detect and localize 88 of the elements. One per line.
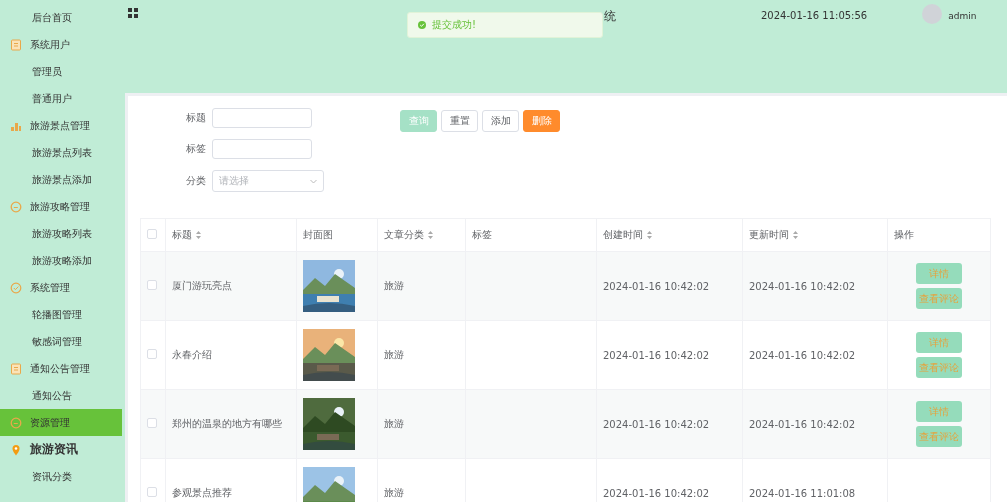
column-header: 封面图 [296, 218, 378, 252]
check-circle-icon [10, 281, 22, 294]
sidebar-item-label: 轮播图管理 [32, 307, 82, 322]
system-title: 统 [604, 8, 616, 25]
document-icon [10, 38, 22, 51]
sidebar-item[interactable]: 旅游景点列表 [0, 139, 122, 166]
sort-icon[interactable] [428, 231, 433, 239]
sidebar-item-label: 资讯分类 [32, 469, 72, 484]
select-all-checkbox[interactable] [147, 229, 157, 239]
table-cell: 2024-01-16 10:42:02 [603, 280, 710, 292]
column-header: 操作 [887, 218, 991, 252]
sidebar-item-label: 普通用户 [32, 91, 72, 106]
sidebar-item-label: 资源管理 [30, 415, 70, 430]
table-cell: 参观景点推荐 [172, 487, 232, 498]
sidebar-item-label: 系统用户 [30, 37, 70, 52]
table-cell: 2024-01-16 10:42:02 [603, 418, 710, 430]
table-cell: 2024-01-16 10:42:02 [749, 280, 856, 292]
sidebar-item[interactable]: 旅游攻略管理 [0, 193, 122, 220]
sidebar-item-label: 旅游资讯 [30, 441, 78, 458]
input-field[interactable] [212, 108, 312, 128]
column-header[interactable]: 文章分类 [377, 218, 466, 252]
sidebar-item[interactable]: 敏感词管理 [0, 328, 122, 355]
sidebar-item-label: 敏感词管理 [32, 334, 82, 349]
sidebar-item-label: 旅游攻略管理 [30, 199, 90, 214]
sort-icon[interactable] [196, 231, 201, 239]
column-header[interactable]: 创建时间 [596, 218, 743, 252]
sidebar-item[interactable]: 通知公告 [0, 382, 122, 409]
grid-menu-icon[interactable] [128, 8, 138, 18]
sidebar-item-label: 通知公告 [32, 388, 72, 403]
table-cell: 郑州的温泉的地方有哪些 [172, 418, 282, 429]
column-header: 标签 [465, 218, 597, 252]
sidebar-item-label: 后台首页 [32, 10, 72, 25]
sidebar-item-label: 旅游景点管理 [30, 118, 90, 133]
table-cell: 旅游 [384, 280, 404, 291]
sidebar-item-label: 旅游攻略列表 [32, 226, 92, 241]
sidebar-item[interactable]: 旅游资讯 [0, 436, 122, 463]
success-icon [418, 21, 426, 29]
sidebar-item-label: 系统管理 [30, 280, 70, 295]
row-checkbox[interactable] [147, 349, 157, 359]
row-checkbox[interactable] [147, 280, 157, 290]
table-cell: 厦门游玩亮点 [172, 280, 232, 291]
filter-label: 标题 [185, 111, 206, 125]
sidebar-item[interactable]: 资源管理 [0, 409, 122, 436]
sidebar-item[interactable]: 系统用户 [0, 31, 122, 58]
table-cell: 旅游 [384, 487, 404, 498]
document-icon [10, 362, 22, 375]
sidebar-item[interactable]: 资讯分类 [0, 463, 122, 490]
sidebar-item[interactable]: 系统管理 [0, 274, 122, 301]
avatar-icon[interactable] [922, 4, 943, 24]
sidebar-item[interactable]: 旅游攻略添加 [0, 247, 122, 274]
toast-message: 提交成功! [432, 18, 476, 32]
sidebar-item[interactable]: 轮播图管理 [0, 301, 122, 328]
row-checkbox[interactable] [147, 487, 157, 497]
sidebar-item[interactable]: 旅游景点添加 [0, 166, 122, 193]
table-cell: 2024-01-16 10:42:02 [749, 418, 856, 430]
action-button[interactable]: 重置 [441, 110, 478, 132]
sidebar-item[interactable]: 后台首页 [0, 4, 122, 31]
action-button[interactable]: 添加 [482, 110, 519, 132]
table-cell: 旅游 [384, 418, 404, 429]
table-cell: 2024-01-16 11:01:08 [749, 487, 856, 499]
table-cell: 2024-01-16 10:42:02 [749, 349, 856, 361]
username[interactable]: admin [948, 11, 977, 21]
chevron-down-icon [310, 178, 317, 184]
select-placeholder: 请选择 [219, 174, 249, 188]
column-header[interactable]: 更新时间 [742, 218, 888, 252]
table-cell: 2024-01-16 10:42:02 [603, 349, 710, 361]
table-cell: 旅游 [384, 349, 404, 360]
sidebar-item-label: 管理员 [32, 64, 62, 79]
filter-label: 标签 [185, 142, 206, 156]
input-field[interactable] [212, 139, 312, 159]
sidebar-item[interactable]: 普通用户 [0, 85, 122, 112]
current-time: 2024-01-16 11:05:56 [761, 10, 868, 21]
sidebar-item[interactable]: 旅游景点管理 [0, 112, 122, 139]
table-cell: 2024-01-16 10:42:02 [603, 487, 710, 499]
sort-icon[interactable] [793, 231, 798, 239]
column-header[interactable]: 标题 [165, 218, 297, 252]
sidebar-item[interactable]: 通知公告管理 [0, 355, 122, 382]
sort-icon[interactable] [647, 231, 652, 239]
sidebar-item-label: 通知公告管理 [30, 361, 90, 376]
sidebar-item-label: 旅游攻略添加 [32, 253, 92, 268]
sidebar-item-label: 旅游景点列表 [32, 145, 92, 160]
sidebar-item-label: 旅游景点添加 [32, 172, 92, 187]
table-cell: 永春介绍 [172, 349, 212, 360]
sidebar-item[interactable]: 旅游攻略列表 [0, 220, 122, 247]
location-pin-icon [10, 443, 22, 456]
filter-label: 分类 [185, 174, 206, 188]
sidebar-item[interactable]: 管理员 [0, 58, 122, 85]
row-checkbox[interactable] [147, 418, 157, 428]
